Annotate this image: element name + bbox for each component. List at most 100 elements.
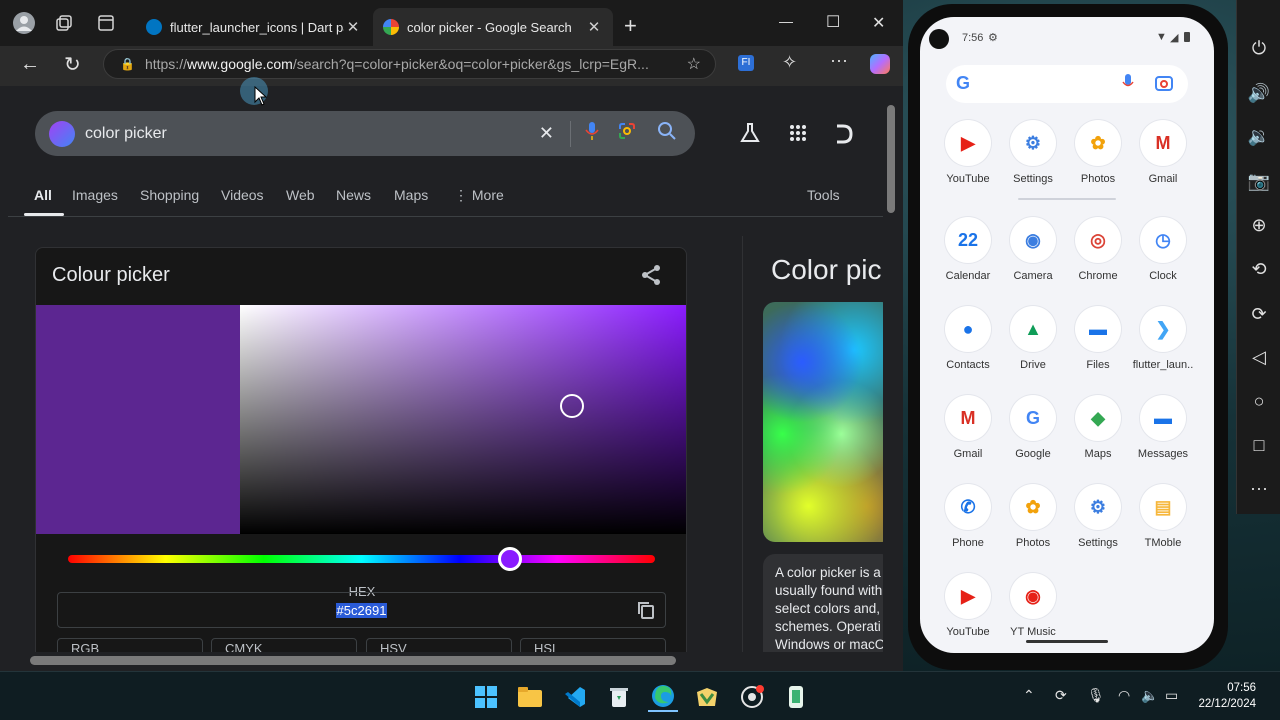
more-menu-icon[interactable]: ··· xyxy=(830,50,848,71)
app-icon-settings[interactable]: ⚙ Settings xyxy=(999,120,1067,200)
share-icon[interactable] xyxy=(640,264,662,291)
address-bar[interactable]: 🔒 https://www.google.com/search?q=color+… xyxy=(103,49,716,79)
horizontal-scroll-thumb[interactable] xyxy=(30,656,676,665)
phone-mic-icon[interactable] xyxy=(1122,73,1134,98)
extensions-puzzle-icon[interactable]: ✧ xyxy=(782,52,797,73)
vertical-scroll-thumb[interactable] xyxy=(887,105,895,213)
back-nav-icon[interactable]: ◁ xyxy=(1237,339,1280,375)
tools-button[interactable]: Tools xyxy=(807,187,840,203)
app-icon-gmail[interactable]: M Gmail xyxy=(1129,120,1197,200)
app-icon-phone[interactable]: ✆ Phone xyxy=(934,484,1002,564)
hue-slider[interactable] xyxy=(68,555,655,563)
close-tab-icon[interactable]: ✕ xyxy=(585,18,603,36)
more-options-icon[interactable]: ··· xyxy=(1237,470,1280,506)
start-windows-icon[interactable] xyxy=(471,682,501,712)
phone-google-search-bar[interactable]: G xyxy=(946,65,1188,103)
color-picker-hexagon-image[interactable] xyxy=(763,302,883,542)
workspaces-icon[interactable] xyxy=(46,5,82,41)
phone-lens-icon[interactable] xyxy=(1154,74,1174,97)
file-explorer-icon[interactable] xyxy=(515,682,545,712)
rotate-right-icon[interactable]: ⟳ xyxy=(1237,296,1280,332)
hue-slider-thumb[interactable] xyxy=(498,547,522,571)
app-icon-chrome[interactable]: ◎ Chrome xyxy=(1064,217,1132,297)
battery-tray-icon[interactable]: ▭ xyxy=(1165,687,1178,704)
favorite-star-icon[interactable]: ☆ xyxy=(687,54,701,74)
rgb-field[interactable]: RGB xyxy=(57,638,203,652)
color-cursor-handle[interactable] xyxy=(560,394,584,418)
maximize-button[interactable]: ☐ xyxy=(826,12,840,32)
clear-search-icon[interactable]: ✕ xyxy=(539,123,554,144)
tab-news[interactable]: News xyxy=(336,187,371,203)
hsv-field[interactable]: HSV xyxy=(366,638,512,652)
tab-images[interactable]: Images xyxy=(72,187,118,203)
tab-web[interactable]: Web xyxy=(286,187,315,203)
vscode-icon[interactable] xyxy=(560,682,590,712)
search-icon[interactable] xyxy=(657,121,677,146)
tab-maps[interactable]: Maps xyxy=(394,187,428,203)
account-avatar[interactable] xyxy=(833,122,855,151)
recycle-bin-icon[interactable] xyxy=(604,682,634,712)
app-icon-youtube[interactable]: ▶ YouTube xyxy=(934,120,1002,200)
home-nav-icon[interactable]: ○ xyxy=(1237,383,1280,419)
volume-tray-icon[interactable]: 🔈 xyxy=(1141,687,1158,704)
screenshot-camera-icon[interactable]: 📷 xyxy=(1237,163,1280,199)
power-icon[interactable]: ⏻ xyxy=(1237,30,1280,66)
show-hidden-icons-icon[interactable]: ⌃ xyxy=(1023,687,1035,704)
tab-all[interactable]: All xyxy=(34,187,52,203)
copilot-icon[interactable] xyxy=(870,54,890,74)
app-icon-photos[interactable]: ✿ Photos xyxy=(999,484,1067,564)
saturation-value-area[interactable] xyxy=(240,305,686,534)
search-box[interactable]: color picker ✕ xyxy=(35,111,695,156)
microphone-tray-icon[interactable]: 🎙 xyxy=(1087,687,1105,704)
sync-tray-icon[interactable]: ⟳ xyxy=(1055,687,1067,704)
lens-search-icon[interactable] xyxy=(617,121,637,146)
labs-flask-icon[interactable] xyxy=(739,122,761,149)
app-icon-google[interactable]: G Google xyxy=(999,395,1067,475)
app-icon-contacts[interactable]: ● Contacts xyxy=(934,306,1002,386)
tab-actions-icon[interactable] xyxy=(88,5,124,41)
app-icon-tmoble[interactable]: ▤ TMoble xyxy=(1129,484,1197,564)
extension-icon[interactable]: FI xyxy=(738,55,754,71)
app-icon-camera[interactable]: ◉ Camera xyxy=(999,217,1067,297)
app-icon-flutter-laun[interactable]: ❯ flutter_laun.. xyxy=(1129,306,1197,386)
volume-up-icon[interactable]: 🔊 xyxy=(1237,75,1280,111)
volume-down-icon[interactable]: 🔉 xyxy=(1237,118,1280,154)
app-icon-calendar[interactable]: 22 Calendar xyxy=(934,217,1002,297)
hsl-field[interactable]: HSL xyxy=(520,638,666,652)
tab-more[interactable]: ⋮ More xyxy=(454,187,504,204)
app-icon-messages[interactable]: ▬ Messages xyxy=(1129,395,1197,475)
refresh-icon[interactable]: ↻ xyxy=(64,52,81,77)
cmyk-field[interactable]: CMYK xyxy=(211,638,357,652)
edge-browser-icon[interactable] xyxy=(648,682,678,712)
app-icon-drive[interactable]: ▲ Drive xyxy=(999,306,1067,386)
voice-search-icon[interactable] xyxy=(585,121,599,146)
apps-grid-icon[interactable] xyxy=(789,124,807,147)
close-window-button[interactable]: ✕ xyxy=(872,13,885,33)
rotate-left-icon[interactable]: ⟲ xyxy=(1237,251,1280,287)
app-icon-photos[interactable]: ✿ Photos xyxy=(1064,120,1132,200)
taskbar-clock[interactable]: 07:56 22/12/2024 xyxy=(1198,680,1256,712)
hex-input[interactable]: #5c2691 xyxy=(57,592,666,628)
zoom-icon[interactable]: ⊕ xyxy=(1237,207,1280,243)
profile-icon[interactable] xyxy=(6,5,42,41)
app-icon-clock[interactable]: ◷ Clock xyxy=(1129,217,1197,297)
app-icon-youtube[interactable]: ▶ YouTube xyxy=(934,573,1002,653)
hex-value[interactable]: #5c2691 xyxy=(335,602,388,618)
recording-app-icon[interactable] xyxy=(737,682,767,712)
app-icon-files[interactable]: ▬ Files xyxy=(1064,306,1132,386)
app-icon-settings[interactable]: ⚙ Settings xyxy=(1064,484,1132,564)
app-icon-maps[interactable]: ◆ Maps xyxy=(1064,395,1132,475)
copy-icon[interactable] xyxy=(637,601,655,624)
tab-flutter-launcher-icons[interactable]: flutter_launcher_icons | Dart packa ✕ xyxy=(136,8,372,46)
new-tab-button[interactable]: + xyxy=(624,13,637,39)
phone-link-icon[interactable] xyxy=(781,682,811,712)
close-tab-icon[interactable]: ✕ xyxy=(344,18,362,36)
tab-shopping[interactable]: Shopping xyxy=(140,187,199,203)
app-icon-gmail[interactable]: M Gmail xyxy=(934,395,1002,475)
android-studio-icon[interactable] xyxy=(692,682,722,712)
overview-nav-icon[interactable]: □ xyxy=(1237,427,1280,463)
minimize-button[interactable]: — xyxy=(779,13,793,29)
search-query[interactable]: color picker xyxy=(85,125,539,143)
lock-icon[interactable]: 🔒 xyxy=(120,57,135,71)
back-icon[interactable]: ← xyxy=(20,53,40,76)
